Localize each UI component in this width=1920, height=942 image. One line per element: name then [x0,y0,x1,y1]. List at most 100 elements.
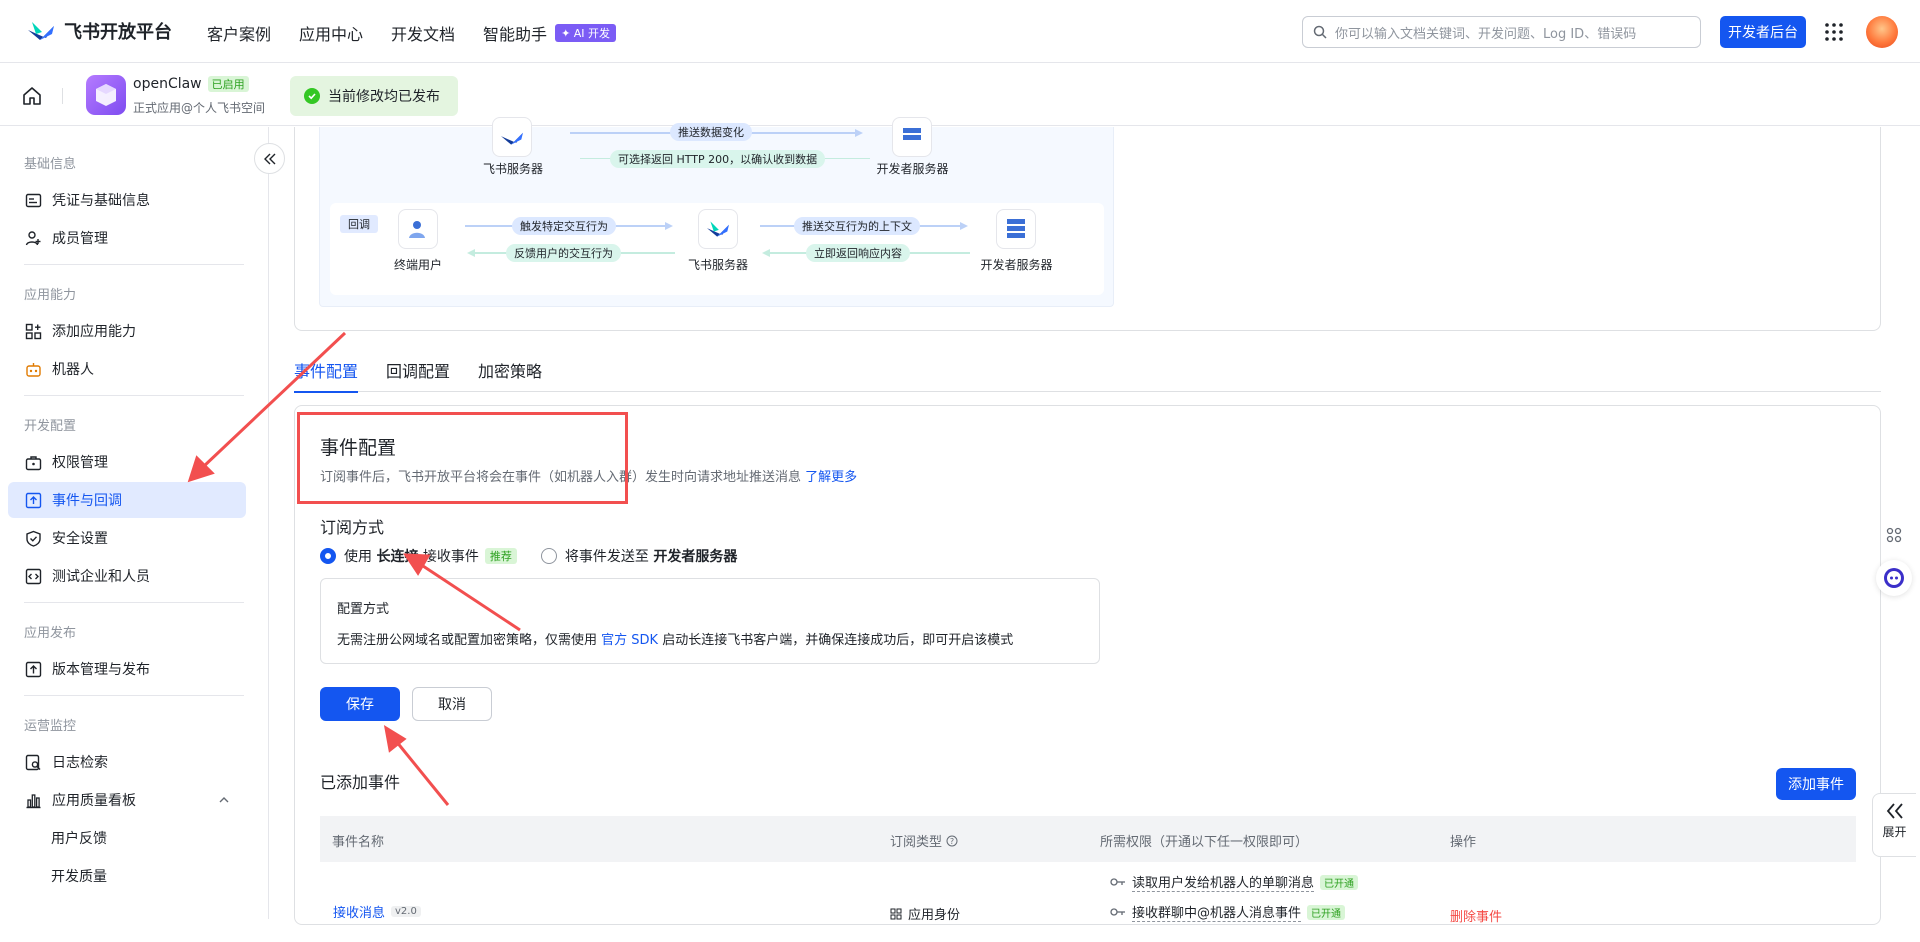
expand-label: 展开 [1882,825,1907,839]
sidebar-item-label: 安全设置 [52,531,108,547]
check-circle-icon [304,88,320,104]
column-header: 事件名称 [332,835,385,850]
column-header: 所需权限（开通以下任一权限即可） [1100,835,1309,850]
add-event-button[interactable]: 添加事件 [1776,768,1856,800]
sidebar-item-bot[interactable]: 机器人 [8,351,246,387]
sidebar-section-title: 开发配置 [24,419,77,434]
sidebar-collapse-button[interactable] [254,143,285,174]
sidebar-item-quality-board[interactable]: 应用质量看板 [8,782,246,818]
nav-dev-docs[interactable]: 开发文档 [391,21,455,45]
tab-encryption[interactable]: 加密策略 [478,358,542,392]
desc-text: 无需注册公网域名或配置加密策略，仅需使用 [337,633,598,648]
key-icon [1110,878,1125,886]
permission-item: 读取用户发给机器人的单聊消息 已开通 [1110,872,1359,892]
sidebar-item-credentials[interactable]: 凭证与基础信息 [8,182,246,218]
sidebar-section-title: 运营监控 [24,719,77,734]
sidebar-item-label: 测试企业和人员 [52,569,150,585]
home-icon[interactable] [22,86,42,106]
event-name-link[interactable]: 接收消息 v2.0 [333,902,421,921]
permission-status-badge: 已开通 [1307,904,1346,920]
search-icon [1313,25,1327,39]
option-bold: 长连接 [376,549,419,565]
search-input[interactable]: 你可以输入文档关键词、开发问题、Log ID、错误码 [1302,16,1701,48]
id-card-icon [25,193,42,207]
sidebar-item-dev-quality[interactable]: 开发质量 [8,858,246,894]
double-chevron-left-icon [263,153,275,164]
sidebar-item-test-users[interactable]: 测试企业和人员 [8,558,246,594]
code-box-icon [25,568,42,584]
publish-status-banner: 当前修改均已发布 [290,76,458,116]
radio-long-connection[interactable] [320,548,336,564]
dev-console-button[interactable]: 开发者后台 [1720,16,1806,48]
config-method-desc: 无需注册公网域名或配置加密策略，仅需使用 官方 SDK 启动长连接飞书客户端，并… [337,629,1013,648]
option-text: 使用 [344,549,372,565]
sidebar-item-label: 机器人 [52,362,94,378]
expand-panel-button[interactable]: 展开 [1872,793,1916,857]
chevron-up-icon[interactable] [218,794,230,806]
nav-ai-assistant[interactable]: 智能助手 ✦ AI 开发 [483,21,617,45]
app-name: openClaw [133,76,202,92]
sidebar-item-add-capability[interactable]: 添加应用能力 [8,313,246,349]
feishu-logo-icon [28,22,54,40]
sidebar-item-label: 应用质量看板 [52,793,136,809]
permission-name[interactable]: 接收群聊中@机器人消息事件 [1132,902,1302,922]
robot-icon [26,362,41,377]
radio-developer-server[interactable] [540,548,557,564]
end-user-icon [398,209,438,249]
event-upload-icon [25,492,42,508]
lock-briefcase-icon [25,455,42,470]
sidebar-section-title: 应用能力 [24,288,77,303]
delete-event-link[interactable]: 删除事件 [1450,906,1502,925]
apps-grid-icon[interactable] [1824,22,1844,42]
sidebar-item-user-feedback[interactable]: 用户反馈 [8,820,246,856]
diagram-label: 开发者服务器 [876,162,949,176]
user-avatar[interactable] [1866,16,1898,48]
option-bold: 开发者服务器 [653,549,738,565]
sidebar-divider [24,695,244,696]
shortcut-icon[interactable] [1886,527,1902,543]
sidebar-item-label: 凭证与基础信息 [52,193,150,209]
key-icon [1110,908,1125,916]
app-header-bar: openClaw 已启用 正式应用@个人飞书空间 当前修改均已发布 [0,64,1920,126]
sidebar-item-members[interactable]: 成员管理 [8,220,246,256]
nav-app-center[interactable]: 应用中心 [299,21,363,45]
sidebar: 基础信息 凭证与基础信息 成员管理 应用能力 添加应用能力 机器人 开发配置 权… [0,127,269,919]
brand-name: 飞书开放平台 [64,22,172,43]
cancel-button[interactable]: 取消 [412,687,492,721]
help-icon[interactable]: ? [946,835,958,847]
official-sdk-link[interactable]: 官方 SDK [601,633,658,648]
arrow-label: 反馈用户的交互行为 [506,244,621,262]
diagram-label: 飞书服务器 [482,162,543,176]
sidebar-item-events-callbacks[interactable]: 事件与回调 [8,482,246,518]
sidebar-divider [24,602,244,603]
diagram-label: 终端用户 [393,258,442,272]
brand-logo[interactable]: 飞书开放平台 [26,18,172,44]
subscribe-method-options: 使用 长连接 接收事件 推荐 将事件发送至 开发者服务器 [320,546,737,566]
save-button[interactable]: 保存 [320,687,400,721]
permission-name[interactable]: 读取用户发给机器人的单聊消息 [1132,872,1315,892]
sidebar-item-permissions[interactable]: 权限管理 [8,444,246,480]
grid-plus-icon [25,323,42,339]
divider [62,88,63,104]
sidebar-item-label: 事件与回调 [52,493,122,509]
top-nav: 客户案例 应用中心 开发文档 智能助手 ✦ AI 开发 [207,21,617,45]
sidebar-item-log-search[interactable]: 日志检索 [8,744,246,780]
sidebar-divider [24,264,244,265]
nav-customer-cases[interactable]: 客户案例 [207,21,271,45]
subscribe-method-title: 订阅方式 [320,518,385,537]
subscription-type: 应用身份 [890,904,960,923]
sidebar-section-title: 应用发布 [24,626,77,641]
event-flow-diagram-card: 飞书服务器 开发者服务器 推送数据变化 可选择返回 HTTP 200，以确认收到… [294,117,1881,331]
learn-more-link[interactable]: 了解更多 [805,470,857,485]
added-events-title: 已添加事件 [320,773,401,792]
sidebar-item-security[interactable]: 安全设置 [8,520,246,556]
sidebar-item-versions[interactable]: 版本管理与发布 [8,651,246,687]
app-grid-icon [890,908,902,919]
app-status-badge: 已启用 [207,76,249,92]
tab-event-config[interactable]: 事件配置 [294,358,359,393]
tab-callback-config[interactable]: 回调配置 [386,358,450,392]
option-text: 将事件发送至 [564,549,649,565]
assistant-bot-button[interactable] [1876,560,1912,596]
bar-chart-icon [26,793,41,808]
arrow-label: 推送交互行为的上下文 [794,217,920,235]
